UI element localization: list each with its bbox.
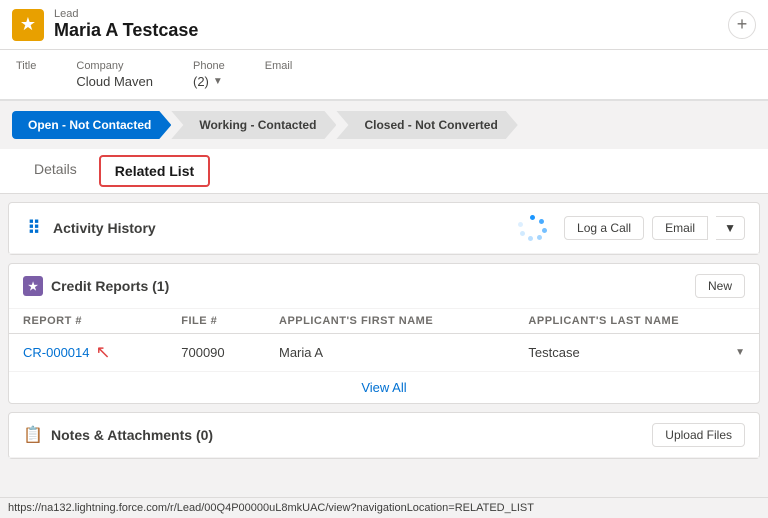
file-num-cell: 700090 xyxy=(167,334,265,372)
credit-reports-title: ★ Credit Reports (1) xyxy=(23,276,169,296)
stage-button-closed[interactable]: Closed - Not Converted xyxy=(336,111,517,139)
record-header: ★ Lead Maria A Testcase + xyxy=(0,0,768,50)
view-all-section: View All xyxy=(9,372,759,403)
company-field: Company Cloud Maven xyxy=(76,60,153,89)
email-field: Email xyxy=(265,60,293,89)
first-name-cell: Maria A xyxy=(265,334,514,372)
record-name: Maria A Testcase xyxy=(54,20,198,41)
activity-history-card: ⠿ Activity History Log a Call Email xyxy=(8,202,760,255)
credit-reports-star-icon: ★ xyxy=(23,276,43,296)
status-url: https://na132.lightning.force.com/r/Lead… xyxy=(8,502,534,514)
cursor-arrow-icon: ↖ xyxy=(96,342,111,363)
tab-related-list[interactable]: Related List xyxy=(99,155,210,187)
stage-item-working[interactable]: Working - Contacted xyxy=(171,111,336,139)
activity-history-title: ⠿ Activity History xyxy=(23,217,156,239)
tab-details[interactable]: Details xyxy=(20,155,91,187)
view-all-link[interactable]: View All xyxy=(361,380,406,395)
stage-button-working[interactable]: Working - Contacted xyxy=(171,111,336,139)
log-call-button[interactable]: Log a Call xyxy=(564,216,644,240)
status-bar: https://na132.lightning.force.com/r/Lead… xyxy=(0,497,768,518)
email-button[interactable]: Email xyxy=(652,216,708,240)
notes-attachments-title: 📋 Notes & Attachments (0) xyxy=(23,425,213,445)
credit-reports-table: REPORT # FILE # APPLICANT'S FIRST NAME A… xyxy=(9,309,759,372)
row-dropdown-icon[interactable]: ▼ xyxy=(735,347,745,358)
notes-attachments-header: 📋 Notes & Attachments (0) Upload Files xyxy=(9,413,759,458)
title-field: Title xyxy=(16,60,36,89)
col-first-name: APPLICANT'S FIRST NAME xyxy=(265,309,514,334)
phone-chevron-icon: ▼ xyxy=(213,76,223,87)
stage-item-closed[interactable]: Closed - Not Converted xyxy=(336,111,517,139)
email-dropdown-button[interactable]: ▼ xyxy=(716,216,745,240)
notes-attachments-label: Notes & Attachments (0) xyxy=(51,427,213,443)
company-value: Cloud Maven xyxy=(76,74,153,89)
activity-history-header: ⠿ Activity History Log a Call Email xyxy=(9,203,759,254)
activity-history-label: Activity History xyxy=(53,220,156,236)
stage-item-open[interactable]: Open - Not Contacted xyxy=(12,111,171,139)
title-label: Title xyxy=(16,60,36,72)
email-label: Email xyxy=(265,60,293,72)
credit-reports-label: Credit Reports (1) xyxy=(51,278,169,294)
add-icon: + xyxy=(737,14,748,35)
activity-actions: Log a Call Email ▼ xyxy=(564,216,745,240)
credit-reports-card: ★ Credit Reports (1) New REPORT # FILE #… xyxy=(8,263,760,404)
notes-attachments-card: 📋 Notes & Attachments (0) Upload Files xyxy=(8,412,760,459)
last-name-cell: Testcase ▼ xyxy=(514,334,759,372)
col-last-name: APPLICANT'S LAST NAME xyxy=(514,309,759,334)
title-value xyxy=(16,74,36,89)
tabs-bar: Details Related List xyxy=(0,149,768,194)
table-header-row: REPORT # FILE # APPLICANT'S FIRST NAME A… xyxy=(9,309,759,334)
col-file-num: FILE # xyxy=(167,309,265,334)
credit-reports-header: ★ Credit Reports (1) New xyxy=(9,264,759,309)
header-left: ★ Lead Maria A Testcase xyxy=(12,8,198,41)
new-credit-report-button[interactable]: New xyxy=(695,274,745,298)
lead-icon: ★ xyxy=(12,9,44,41)
header-text: Lead Maria A Testcase xyxy=(54,8,198,41)
report-link[interactable]: CR-000014 xyxy=(23,345,90,360)
phone-label: Phone xyxy=(193,60,225,72)
phone-field[interactable]: Phone (2) ▼ xyxy=(193,60,225,89)
content-area: ⠿ Activity History Log a Call Email xyxy=(0,194,768,512)
stage-button-open[interactable]: Open - Not Contacted xyxy=(12,111,171,139)
col-report-num: REPORT # xyxy=(9,309,167,334)
email-value xyxy=(265,74,293,89)
record-type: Lead xyxy=(54,8,198,20)
company-label: Company xyxy=(76,60,153,72)
upload-files-button[interactable]: Upload Files xyxy=(652,423,745,447)
add-button[interactable]: + xyxy=(728,11,756,39)
activity-icon: ⠿ xyxy=(23,217,45,239)
phone-count: (2) xyxy=(193,74,209,89)
phone-value[interactable]: (2) ▼ xyxy=(193,74,225,89)
report-num-cell: CR-000014 ↖ xyxy=(9,334,167,372)
stage-path: Open - Not Contacted Working - Contacted… xyxy=(0,101,768,149)
loading-spinner xyxy=(518,213,548,243)
highlight-bar: Title Company Cloud Maven Phone (2) ▼ Em… xyxy=(0,50,768,101)
table-row: CR-000014 ↖ 700090 Maria A Testcase ▼ xyxy=(9,334,759,372)
lead-star-icon: ★ xyxy=(20,14,36,35)
notes-icon: 📋 xyxy=(23,425,43,445)
